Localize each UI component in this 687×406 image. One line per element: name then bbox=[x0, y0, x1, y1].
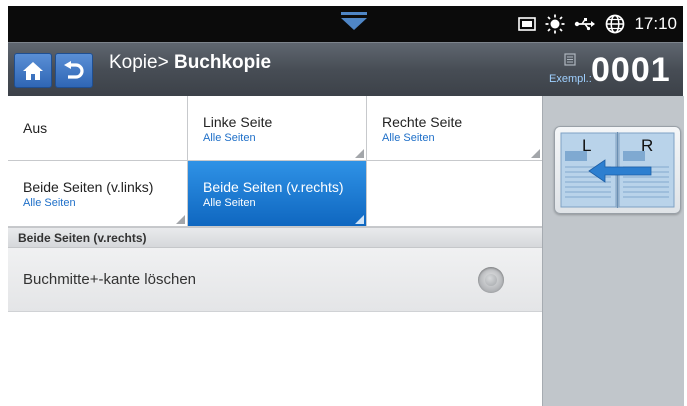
section-header: Beide Seiten (v.rechts) bbox=[8, 227, 542, 248]
section-header-text: Beide Seiten (v.rechts) bbox=[18, 231, 147, 245]
empty-option-cell bbox=[367, 161, 542, 227]
title-bar: Kopie> Buchkopie Exempl.: 0001 bbox=[8, 42, 683, 97]
option-linke-seite[interactable]: Linke Seite Alle Seiten bbox=[188, 96, 367, 161]
copies-count[interactable]: 0001 bbox=[591, 51, 671, 90]
globe-icon bbox=[605, 14, 625, 34]
option-sub: Alle Seiten bbox=[203, 132, 256, 144]
erase-center-edge-radio[interactable] bbox=[478, 267, 504, 293]
open-book-image bbox=[560, 132, 675, 208]
status-bar: 17:10 bbox=[8, 6, 683, 42]
submenu-corner-icon bbox=[176, 215, 185, 224]
erase-center-edge-label: Buchmitte+-kante löschen bbox=[23, 271, 197, 288]
breadcrumb: Kopie> bbox=[109, 52, 169, 73]
back-arrow-icon bbox=[64, 60, 84, 79]
option-label: Aus bbox=[23, 120, 48, 136]
submenu-corner-icon bbox=[531, 149, 540, 158]
option-beide-seiten-rechts[interactable]: Beide Seiten (v.rechts) Alle Seiten bbox=[188, 161, 367, 227]
page-title: Kopie> Buchkopie bbox=[109, 52, 271, 74]
right-page-letter: R bbox=[641, 136, 654, 155]
book-copy-options: Aus Linke Seite Alle Seiten Rechte Seite… bbox=[8, 96, 542, 227]
back-button[interactable] bbox=[55, 53, 93, 88]
option-beide-seiten-links[interactable]: Beide Seiten (v.links) Alle Seiten bbox=[8, 161, 188, 227]
left-page-letter: L bbox=[582, 136, 592, 155]
option-rechte-seite[interactable]: Rechte Seite Alle Seiten bbox=[367, 96, 542, 161]
erase-center-edge-row[interactable]: Buchmitte+-kante löschen bbox=[8, 248, 542, 312]
copies-icon bbox=[564, 53, 576, 66]
preview-panel: L R bbox=[542, 96, 684, 406]
memory-card-icon bbox=[518, 17, 537, 31]
usb-icon bbox=[574, 17, 596, 31]
book-preview: L R bbox=[554, 126, 681, 214]
submenu-corner-icon bbox=[355, 215, 364, 224]
option-label: Beide Seiten (v.links) bbox=[23, 179, 154, 195]
option-sub: Alle Seiten bbox=[382, 132, 435, 144]
option-label: Rechte Seite bbox=[382, 114, 463, 130]
copies-label: Exempl.: bbox=[549, 73, 592, 85]
option-sub: Alle Seiten bbox=[203, 197, 256, 209]
page-title-text: Buchkopie bbox=[173, 52, 272, 73]
home-button[interactable] bbox=[14, 53, 52, 88]
option-sub: Alle Seiten bbox=[23, 197, 76, 209]
clock: 17:10 bbox=[634, 14, 677, 33]
sun-icon bbox=[545, 14, 565, 34]
submenu-corner-icon bbox=[355, 149, 364, 158]
content-blank-area bbox=[8, 312, 542, 406]
option-label: Beide Seiten (v.rechts) bbox=[203, 179, 344, 195]
pull-down-tab-icon[interactable] bbox=[339, 10, 369, 32]
home-icon bbox=[23, 61, 43, 80]
option-label: Linke Seite bbox=[203, 114, 273, 130]
option-aus[interactable]: Aus bbox=[8, 96, 188, 161]
